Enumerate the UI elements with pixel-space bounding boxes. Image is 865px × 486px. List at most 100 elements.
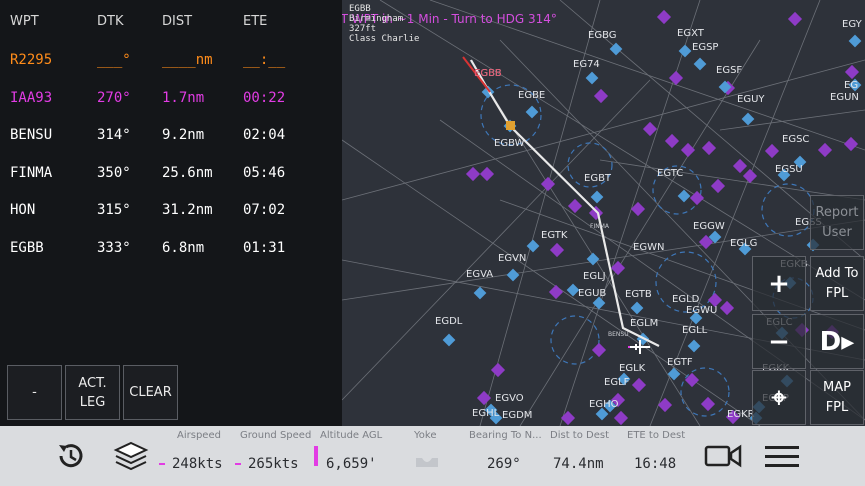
airport-label: EGKR	[727, 409, 755, 420]
airport-label: EGLL	[682, 325, 708, 336]
activate-leg-button[interactable]: ACT. LEG	[65, 365, 120, 420]
airport-label: EGVN	[498, 253, 526, 264]
airport-icon[interactable]	[678, 44, 692, 58]
airport-label: EGBG	[588, 30, 617, 41]
flight-plan-row[interactable]: BENSU 314° 9.2nm 02:04	[0, 117, 342, 153]
add-to-fpl-button[interactable]: Add To FPL	[810, 256, 864, 311]
zoom-in-button[interactable]: +	[752, 256, 806, 311]
delete-waypoint-button[interactable]: -	[7, 365, 62, 420]
vor-icon[interactable]	[680, 142, 696, 158]
airport-label: EGTB	[625, 289, 652, 300]
vor-icon[interactable]	[642, 121, 658, 137]
airport-icon[interactable]	[741, 112, 755, 126]
row-dtk: 315°	[97, 202, 131, 218]
dist-label: Dist to Dest	[550, 430, 609, 441]
airport-label: EGXT	[677, 28, 705, 39]
row-wpt: BENSU	[10, 127, 53, 143]
airport-icon[interactable]	[506, 268, 520, 282]
vor-icon[interactable]	[710, 178, 726, 194]
airport-icon[interactable]	[525, 105, 539, 119]
flight-plan-panel: WPT DTK DIST ETE R2295 ___° ____nm __:__…	[0, 0, 342, 426]
airport-label: EGTK	[541, 230, 568, 241]
vor-icon[interactable]	[656, 9, 672, 25]
flight-plan-row[interactable]: EGBB 333° 6.8nm 01:31	[0, 230, 342, 266]
row-dist: 31.2nm	[162, 202, 213, 218]
vor-icon[interactable]	[631, 377, 647, 393]
vor-icon[interactable]	[588, 205, 604, 221]
vor-icon[interactable]	[843, 136, 859, 152]
airport-label: EGSP	[692, 42, 718, 53]
zoom-out-button[interactable]: −	[752, 314, 806, 369]
airport-label: EGLJ	[583, 271, 606, 282]
vor-icon[interactable]	[540, 176, 556, 192]
vor-icon[interactable]	[567, 198, 583, 214]
airport-icon[interactable]	[630, 301, 644, 315]
vor-icon[interactable]	[701, 140, 717, 156]
vor-icon[interactable]	[700, 396, 716, 412]
flight-plan-row[interactable]: HON 315° 31.2nm 07:02	[0, 192, 342, 228]
flight-plan-row[interactable]: FINMA 350° 25.6nm 05:46	[0, 155, 342, 191]
restart-icon[interactable]	[54, 440, 88, 472]
row-dist: 25.6nm	[162, 165, 213, 181]
airport-icon[interactable]	[677, 189, 691, 203]
row-wpt: EGBB	[10, 240, 44, 256]
row-dist: 6.8nm	[162, 240, 205, 256]
menu-icon[interactable]	[764, 443, 800, 471]
airport-icon[interactable]	[442, 333, 456, 347]
bearing-label: Bearing To N...	[469, 430, 542, 441]
vor-icon[interactable]	[684, 372, 700, 388]
airport-icon[interactable]	[473, 286, 487, 300]
vor-icon[interactable]	[732, 158, 748, 174]
vor-icon[interactable]	[844, 64, 860, 80]
airport-icon[interactable]	[687, 339, 701, 353]
airport-icon[interactable]	[526, 239, 540, 253]
ground-speed-trend-marker	[235, 463, 241, 465]
center-map-button[interactable]: ⌖	[752, 370, 806, 425]
airport-airspace: Class Charlie	[349, 34, 420, 44]
vor-icon[interactable]	[719, 300, 735, 316]
airport-icon[interactable]	[848, 34, 862, 48]
airport-icon[interactable]	[667, 367, 681, 381]
airport-icon[interactable]	[585, 71, 599, 85]
airport-icon[interactable]	[590, 190, 604, 204]
vor-icon[interactable]	[664, 133, 680, 149]
fix-label: BENSU	[608, 331, 629, 338]
map-fpl-button[interactable]: MAP FPL	[810, 370, 864, 425]
vor-icon[interactable]	[591, 342, 607, 358]
airport-code: EGBB	[349, 4, 371, 14]
airport-icon[interactable]	[609, 42, 623, 56]
row-ete: __:__	[243, 52, 286, 68]
report-user-button[interactable]: Report User	[810, 195, 864, 250]
flight-plan-row[interactable]: IAA93 270° 1.7nm 00:22	[0, 80, 342, 116]
airport-label: EGVA	[466, 269, 493, 280]
vor-icon[interactable]	[549, 242, 565, 258]
header-ete: ETE	[243, 14, 268, 29]
vor-icon[interactable]	[817, 142, 833, 158]
flight-plan-row[interactable]: R2295 ___° ____nm __:__	[0, 42, 342, 78]
airport-icon[interactable]	[693, 57, 707, 71]
camera-icon[interactable]	[704, 442, 742, 470]
airport-label: EGUB	[578, 288, 606, 299]
vor-icon[interactable]	[560, 410, 576, 426]
airport-label: EG74	[573, 59, 600, 70]
airport-label: EGUY	[737, 94, 765, 105]
origin-airport-icon[interactable]	[506, 121, 515, 130]
vor-icon[interactable]	[490, 362, 506, 378]
vor-icon[interactable]	[613, 410, 629, 426]
vor-icon[interactable]	[548, 284, 564, 300]
row-dtk: 350°	[97, 165, 131, 181]
vor-icon[interactable]	[787, 11, 803, 27]
vor-icon[interactable]	[593, 88, 609, 104]
vor-icon[interactable]	[479, 166, 495, 182]
airport-label: EGBW	[494, 138, 525, 149]
ete-label: ETE to Dest	[627, 430, 686, 441]
vor-icon[interactable]	[465, 166, 481, 182]
vor-icon[interactable]	[764, 143, 780, 159]
vor-icon[interactable]	[610, 260, 626, 276]
clear-button[interactable]: CLEAR	[123, 365, 178, 420]
vor-icon[interactable]	[742, 168, 758, 184]
direct-to-button[interactable]: D▸	[810, 314, 864, 369]
altitude-value: 6,659'	[326, 456, 377, 472]
airport-label: EGTF	[667, 357, 693, 368]
layers-icon[interactable]	[113, 440, 149, 472]
